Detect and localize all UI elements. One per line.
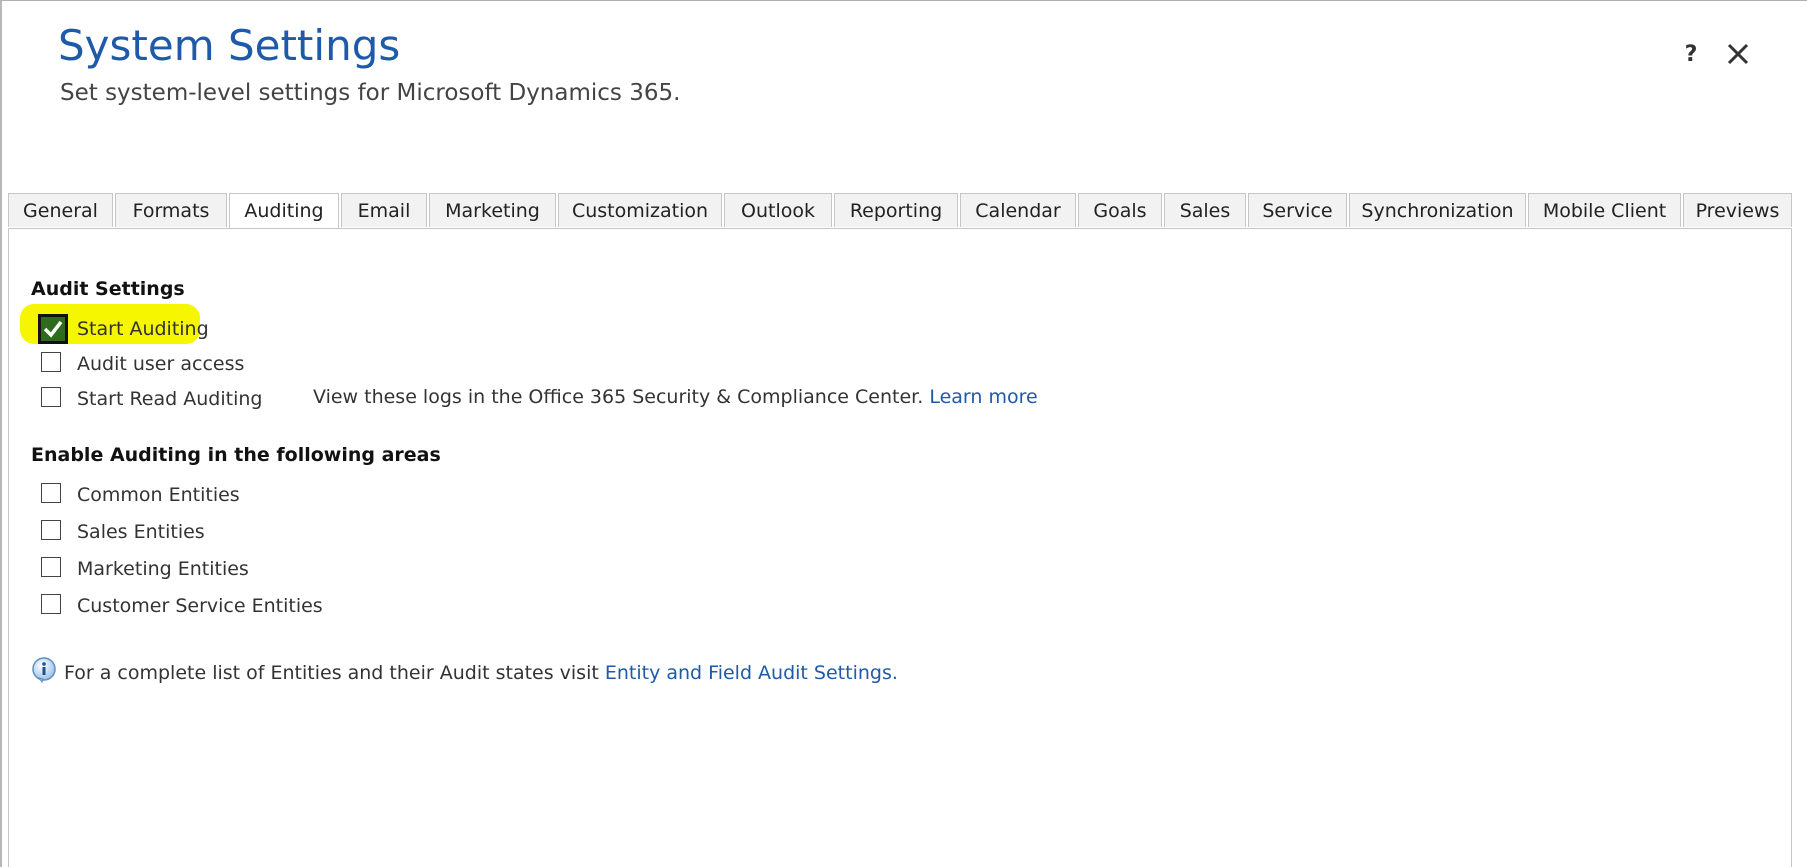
system-settings-dialog: System Settings Set system-level setting… [0, 0, 1807, 867]
tab-previews[interactable]: Previews [1683, 193, 1792, 227]
audit-info-text: For a complete list of Entities and thei… [64, 659, 898, 687]
tab-sales[interactable]: Sales [1164, 193, 1246, 227]
page-title: System Settings [58, 21, 401, 70]
help-icon[interactable]: ? [1680, 41, 1702, 69]
start-read-auditing-label: Start Read Auditing [77, 388, 263, 410]
start-auditing-checkbox[interactable] [38, 314, 68, 344]
sales-entities-checkbox[interactable] [41, 520, 61, 540]
audit-settings-heading: Audit Settings [31, 278, 185, 300]
read-auditing-note-text: View these logs in the Office 365 Securi… [313, 386, 924, 408]
tab-reporting[interactable]: Reporting [834, 193, 958, 227]
tab-marketing[interactable]: Marketing [429, 193, 556, 227]
tab-formats[interactable]: Formats [115, 193, 227, 227]
tab-goals[interactable]: Goals [1078, 193, 1162, 227]
info-icon [32, 657, 56, 684]
learn-more-link[interactable]: Learn more [929, 386, 1037, 408]
entity-field-audit-settings-link[interactable]: Entity and Field Audit Settings. [605, 662, 898, 684]
tab-outlook[interactable]: Outlook [724, 193, 832, 227]
tab-calendar[interactable]: Calendar [960, 193, 1076, 227]
tab-customization[interactable]: Customization [558, 193, 722, 227]
sales-entities-label: Sales Entities [77, 521, 205, 543]
tab-general[interactable]: General [8, 193, 113, 227]
tab-mobile-client[interactable]: Mobile Client [1528, 193, 1681, 227]
audit-user-access-checkbox[interactable] [41, 352, 61, 372]
tab-auditing[interactable]: Auditing [229, 193, 339, 229]
checkmark-icon [43, 320, 63, 338]
start-read-auditing-checkbox[interactable] [41, 387, 61, 407]
common-entities-checkbox[interactable] [41, 483, 61, 503]
common-entities-label: Common Entities [77, 484, 240, 506]
tab-content-panel [8, 228, 1792, 867]
marketing-entities-checkbox[interactable] [41, 557, 61, 577]
tab-email[interactable]: Email [341, 193, 427, 227]
audit-user-access-label: Audit user access [77, 353, 245, 375]
tab-service[interactable]: Service [1248, 193, 1347, 227]
start-auditing-label: Start Auditing [77, 318, 209, 340]
tab-synchronization[interactable]: Synchronization [1349, 193, 1526, 227]
page-subtitle: Set system-level settings for Microsoft … [60, 80, 681, 106]
info-message: For a complete list of Entities and thei… [64, 662, 599, 684]
settings-tabstrip: General Formats Auditing Email Marketing… [8, 193, 1792, 229]
customer-service-entities-label: Customer Service Entities [77, 595, 323, 617]
marketing-entities-label: Marketing Entities [77, 558, 249, 580]
read-auditing-note: View these logs in the Office 365 Securi… [313, 383, 1038, 411]
customer-service-entities-checkbox[interactable] [41, 594, 61, 614]
areas-heading: Enable Auditing in the following areas [31, 444, 441, 466]
close-icon[interactable] [1724, 39, 1752, 69]
